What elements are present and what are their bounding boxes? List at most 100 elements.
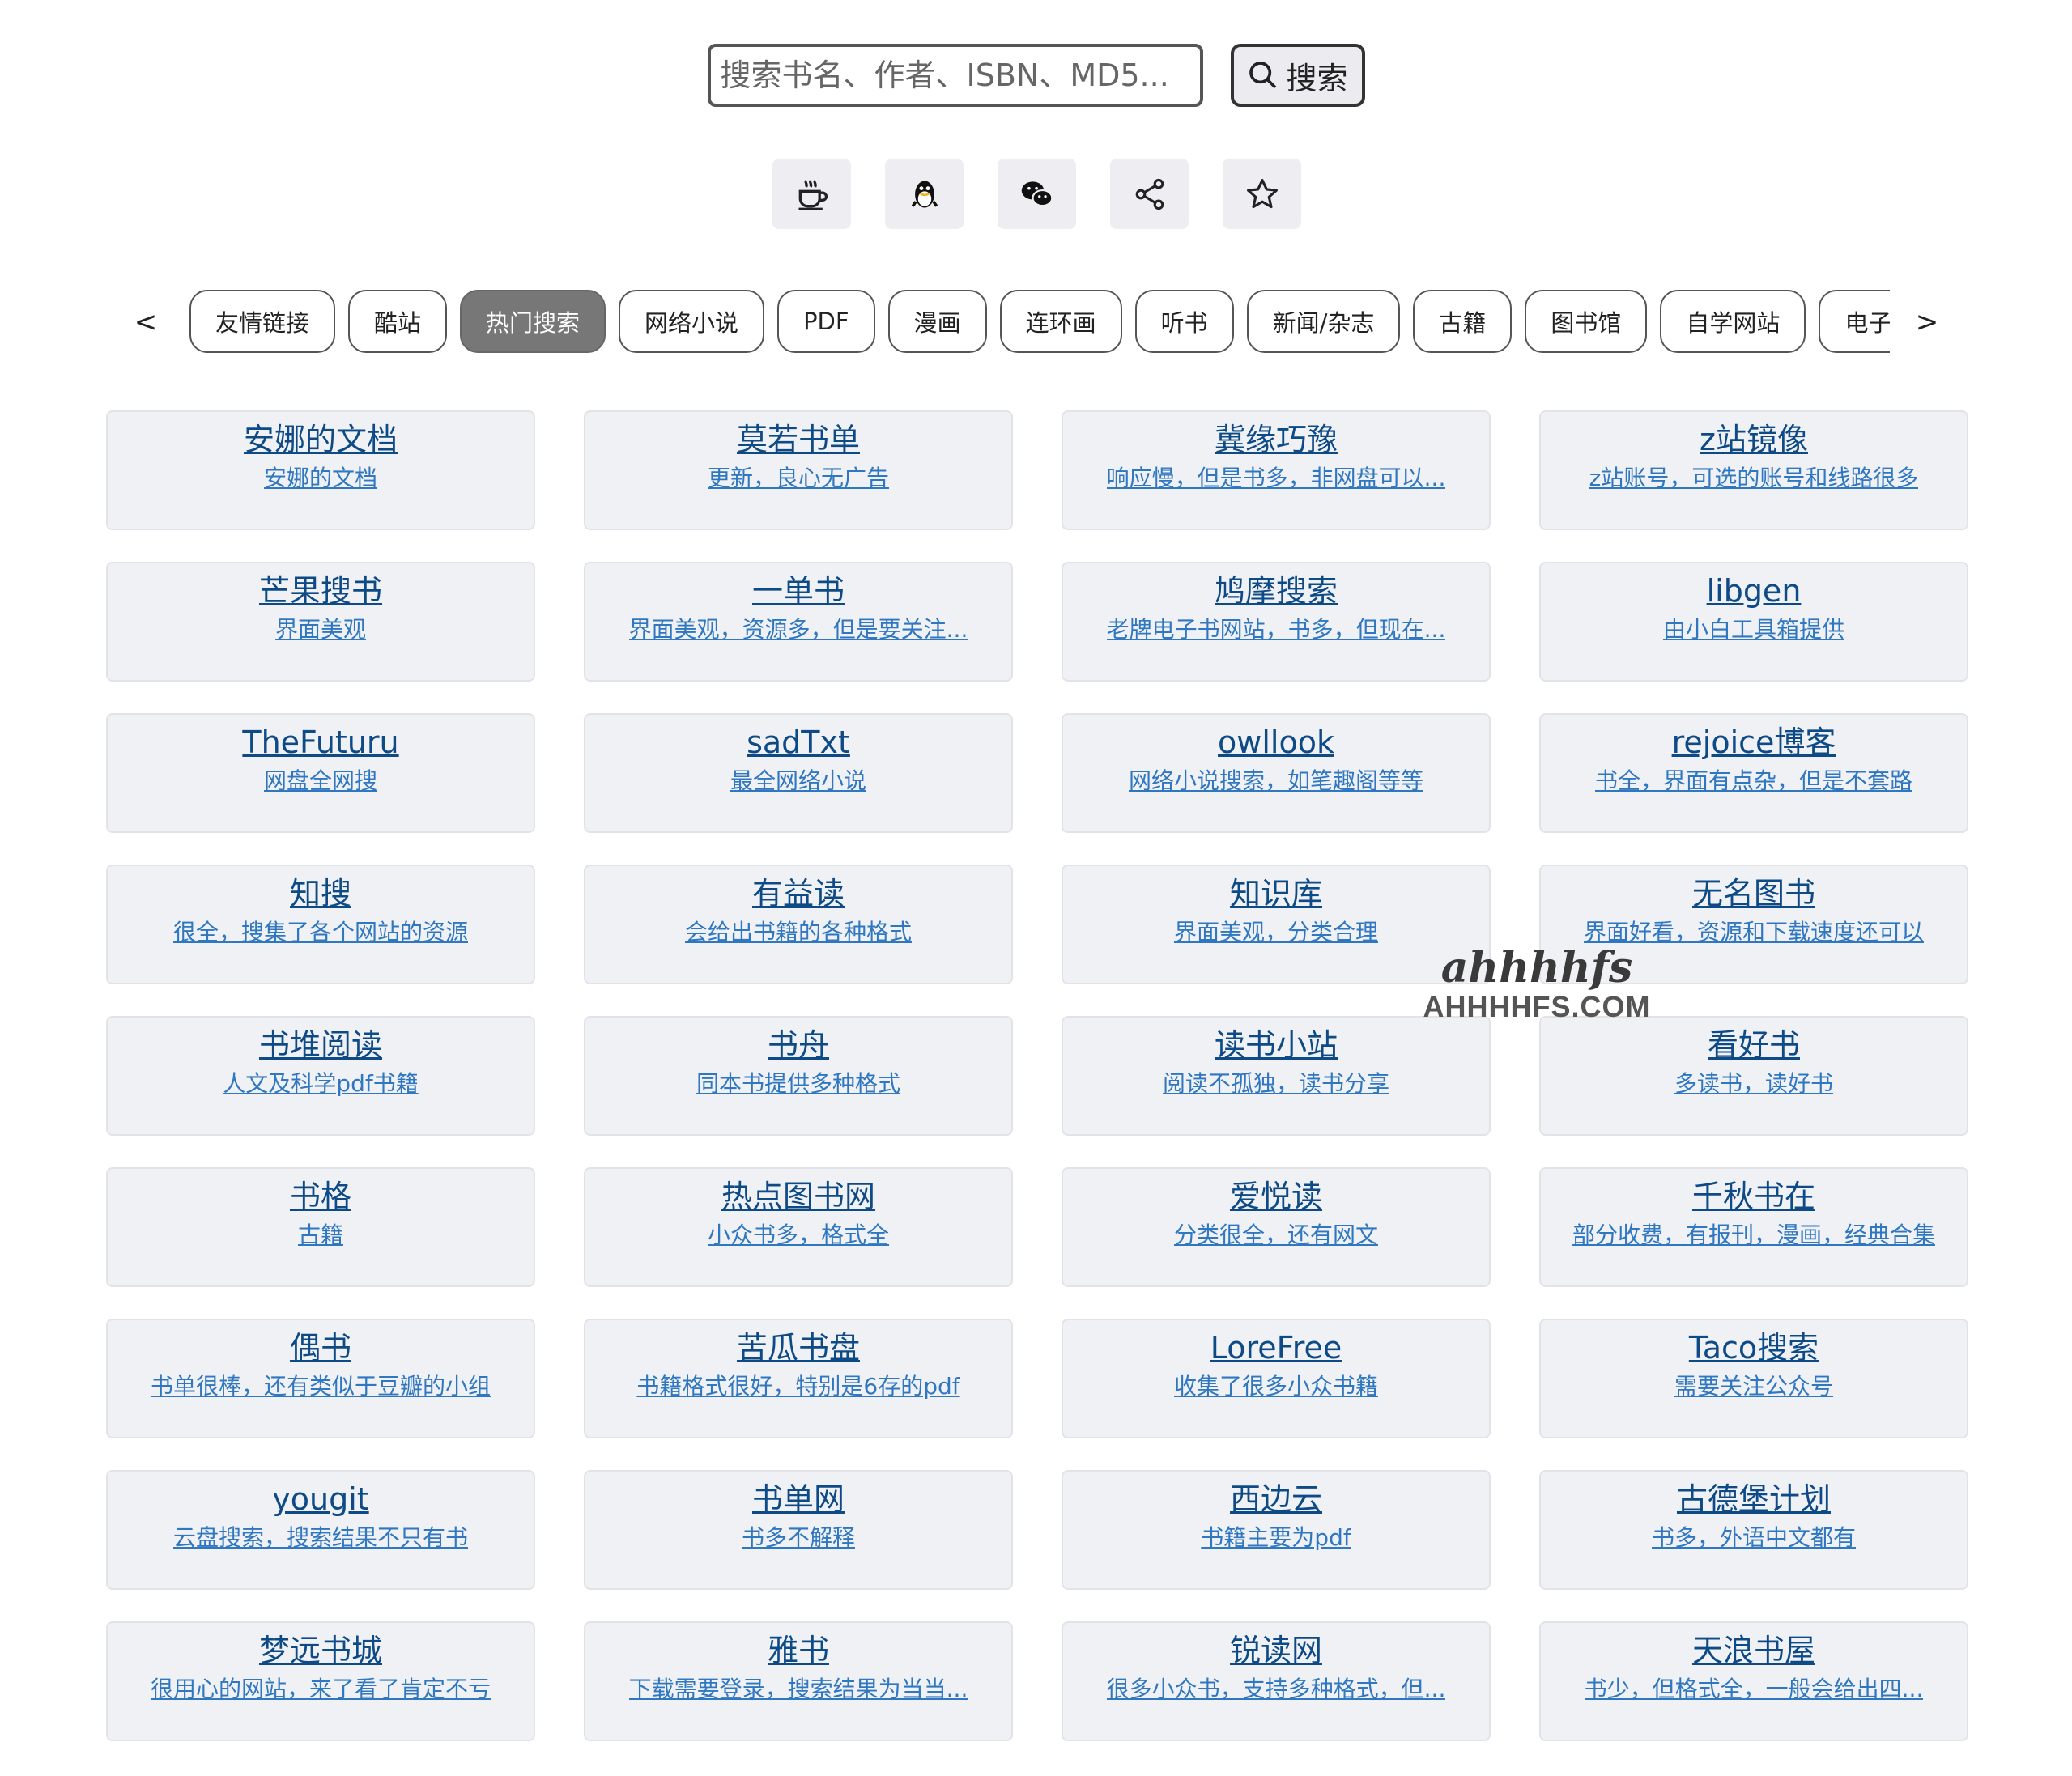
site-card[interactable]: 一单书 界面美观，资源多，但是要关注... (584, 562, 1013, 682)
site-card[interactable]: 书单网 书多不解释 (584, 1470, 1013, 1590)
coffee-button[interactable] (772, 159, 851, 229)
site-card-description: 书少，但格式全，一般会给出四... (1584, 1676, 1924, 1702)
site-card[interactable]: 有益读 会给出书籍的各种格式 (584, 865, 1013, 984)
site-card-description: 多读书，读好书 (1674, 1070, 1833, 1097)
tabs-next-arrow[interactable]: > (1903, 290, 1951, 355)
site-card-description: 响应慢，但是书多，非网盘可以... (1106, 465, 1446, 491)
site-card-description: 古籍 (297, 1222, 343, 1248)
site-card[interactable]: 梦远书城 很用心的网站，来了看了肯定不亏 (106, 1621, 535, 1741)
site-card-description: 网络小说搜索，如笔趣阁等等 (1128, 767, 1423, 794)
site-card-description: 网盘全网搜 (263, 767, 377, 794)
site-card-title: yougit (272, 1481, 369, 1517)
site-card-description: 需要关注公众号 (1674, 1373, 1833, 1400)
search-icon (1249, 62, 1277, 89)
site-card[interactable]: 锐读网 很多小众书，支持多种格式，但... (1062, 1621, 1491, 1741)
site-card-description: 分类很全，还有网文 (1173, 1222, 1378, 1248)
tab-2[interactable]: 热门搜索 (460, 290, 606, 353)
site-card-title: 苦瓜书盘 (736, 1330, 860, 1366)
site-card[interactable]: sadTxt 最全网络小说 (584, 713, 1013, 833)
qq-button[interactable] (885, 159, 964, 229)
watermark: ahhhhfs AHHHHFS.COM (1415, 945, 1658, 1023)
site-card[interactable]: yougit 云盘搜索，搜索结果不只有书 (106, 1470, 535, 1590)
site-card[interactable]: owllook 网络小说搜索，如笔趣阁等等 (1062, 713, 1491, 833)
site-card-title: 千秋书在 (1691, 1179, 1815, 1214)
site-card[interactable]: 看好书 多读书，读好书 (1539, 1016, 1968, 1136)
tabs-list: 友情链接 酷站 热门搜索 网络小说 PDF 漫画 连环画 听书 新闻/杂志 古籍 图书馆 自学网站 电子… (189, 290, 1890, 355)
site-card[interactable]: 天浪书屋书少，但格式全，一般会给出四... (1539, 1621, 1968, 1741)
site-card[interactable]: Taco搜索需要关注公众号 (1539, 1319, 1968, 1438)
search-bar: 搜索 (0, 44, 2072, 107)
site-card[interactable]: libgen 由小白工具箱提供 (1539, 562, 1968, 682)
coffee-icon (798, 179, 828, 210)
site-card[interactable]: 书格 古籍 (106, 1167, 535, 1287)
tab-1[interactable]: 酷站 (348, 290, 448, 353)
site-card[interactable]: 西边云 书籍主要为pdf (1062, 1470, 1491, 1590)
tab-5[interactable]: 漫画 (887, 290, 987, 353)
site-card-description: 阅读不孤独，读书分享 (1162, 1070, 1389, 1097)
site-card-title: 莫若书单 (736, 422, 860, 457)
site-card-description: 书多不解释 (741, 1524, 855, 1551)
site-card-description: 下载需要登录，搜索结果为当当... (628, 1676, 968, 1702)
tab-12[interactable]: 电子书 (1819, 290, 1890, 353)
site-card-description: 书籍格式很好，特别是6存的pdf (636, 1373, 960, 1400)
tab-9[interactable]: 古籍 (1413, 290, 1513, 353)
site-card-title: 爱悦读 (1229, 1179, 1322, 1214)
tabs-viewport: 友情链接 酷站 热门搜索 网络小说 PDF 漫画 连环画 听书 新闻/杂志 古籍 图书馆 自学网站 电子… (189, 290, 1890, 355)
site-card[interactable]: 古德堡计划 书多，外语中文都有 (1539, 1470, 1968, 1590)
site-card[interactable]: 偶书 书单很棒，还有类似于豆瓣的小组 (106, 1319, 535, 1438)
site-card-title: Taco搜索 (1688, 1330, 1819, 1366)
site-card-title: libgen (1706, 573, 1802, 609)
site-card-title: TheFuturu (242, 724, 399, 760)
site-card[interactable]: 千秋书在部分收费，有报刊，漫画，经典合集 (1539, 1167, 1968, 1287)
tab-6[interactable]: 连环画 (999, 290, 1122, 353)
site-card-title: owllook (1218, 724, 1334, 760)
site-card-description: 界面美观 (274, 616, 366, 643)
wechat-button[interactable] (998, 159, 1076, 229)
site-card[interactable]: 爱悦读分类很全，还有网文 (1062, 1167, 1491, 1287)
site-card[interactable]: 冀缘巧豫响应慢，但是书多，非网盘可以... (1062, 410, 1491, 530)
site-card-title: LoreFree (1210, 1330, 1342, 1366)
site-card-description: 部分收费，有报刊，漫画，经典合集 (1572, 1222, 1935, 1248)
site-card[interactable]: 书舟 同本书提供多种格式 (584, 1016, 1013, 1136)
search-input[interactable] (707, 44, 1203, 107)
tab-11[interactable]: 自学网站 (1660, 290, 1806, 353)
site-card[interactable]: 热点图书网 小众书多，格式全 (584, 1167, 1013, 1287)
share-icon (1135, 178, 1164, 210)
site-card-title: 读书小站 (1214, 1027, 1338, 1063)
site-card[interactable]: 鸠摩搜索 老牌电子书网站，书多，但现在... (1062, 562, 1491, 682)
tab-0[interactable]: 友情链接 (189, 290, 336, 353)
site-card[interactable]: 安娜的文档 安娜的文档 (106, 410, 535, 530)
site-card[interactable]: 书堆阅读 人文及科学pdf书籍 (106, 1016, 535, 1136)
site-card-title: 书堆阅读 (258, 1027, 382, 1063)
search-button[interactable]: 搜索 (1230, 44, 1365, 107)
site-card-description: 由小白工具箱提供 (1662, 616, 1844, 643)
favorite-button[interactable] (1223, 159, 1301, 229)
site-card-title: 知搜 (289, 876, 351, 911)
site-card[interactable]: 读书小站阅读不孤独，读书分享 (1062, 1016, 1491, 1136)
site-card[interactable]: 芒果搜书 界面美观 (106, 562, 535, 682)
tab-3[interactable]: 网络小说 (619, 290, 765, 353)
site-card[interactable]: TheFuturu 网盘全网搜 (106, 713, 535, 833)
tab-8[interactable]: 新闻/杂志 (1246, 290, 1401, 353)
tab-7[interactable]: 听书 (1134, 290, 1234, 353)
site-card-description: 老牌电子书网站，书多，但现在... (1106, 616, 1446, 643)
search-button-label: 搜索 (1286, 60, 1348, 96)
site-card[interactable]: LoreFree 收集了很多小众书籍 (1062, 1319, 1491, 1438)
star-icon (1246, 178, 1278, 208)
site-card-title: 天浪书屋 (1691, 1633, 1815, 1668)
site-card[interactable]: z站镜像 z站账号，可选的账号和线路很多 (1539, 410, 1968, 530)
tab-4[interactable]: PDF (777, 290, 875, 353)
site-card-title: 书舟 (767, 1027, 829, 1063)
site-card[interactable]: 知搜 很全，搜集了各个网站的资源 (106, 865, 535, 984)
tabs-prev-arrow[interactable]: < (121, 290, 170, 355)
site-card[interactable]: 苦瓜书盘书籍格式很好，特别是6存的pdf (584, 1319, 1013, 1438)
site-card-title: 西边云 (1229, 1481, 1322, 1517)
site-card[interactable]: rejoice博客 书全，界面有点杂，但是不套路 (1539, 713, 1968, 833)
category-tabs: < 友情链接 酷站 热门搜索 网络小说 PDF 漫画 连环画 听书 新闻/杂志 古籍 图书馆 自学网站… (121, 290, 1951, 355)
site-card[interactable]: 莫若书单 更新，良心无广告 (584, 410, 1013, 530)
tab-10[interactable]: 图书馆 (1525, 290, 1648, 353)
site-card-title: 古德堡计划 (1676, 1481, 1831, 1517)
site-card-title: 冀缘巧豫 (1214, 422, 1338, 457)
site-card[interactable]: 雅书 下载需要登录，搜索结果为当当... (584, 1621, 1013, 1741)
share-button[interactable] (1110, 159, 1189, 229)
